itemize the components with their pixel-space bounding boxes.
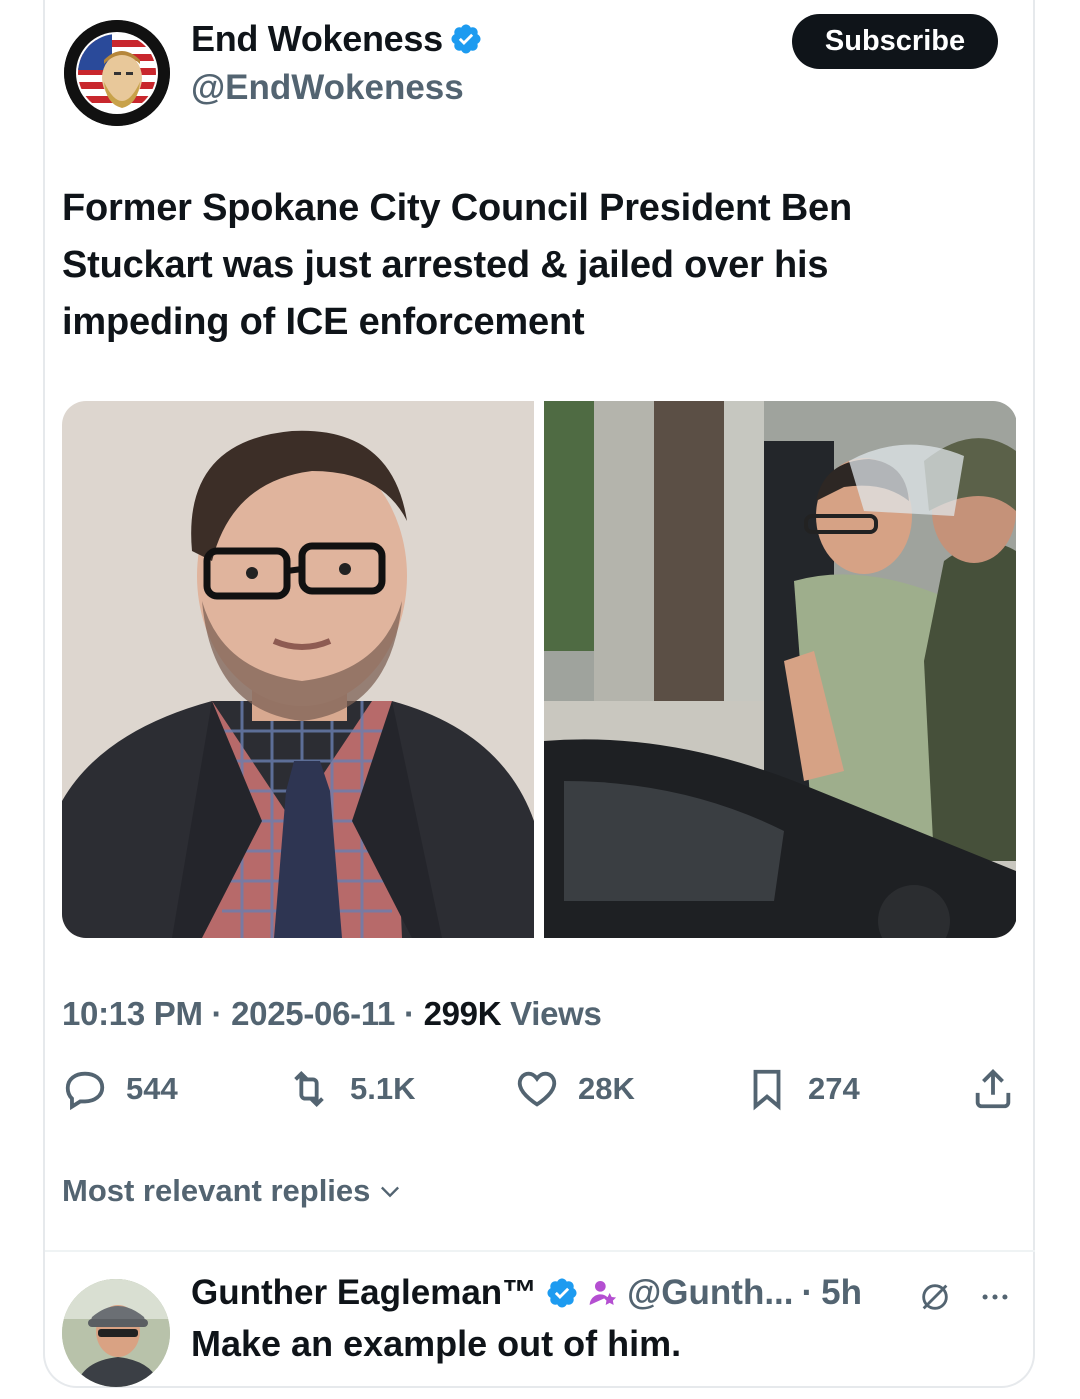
author-handle[interactable]: @EndWokeness <box>191 68 464 108</box>
meta-separator: · <box>403 995 415 1032</box>
verified-icon <box>451 24 481 54</box>
reply-display-name[interactable]: Gunther Eagleman™ <box>191 1273 537 1313</box>
divider <box>45 1250 1035 1252</box>
reply-count: 544 <box>126 1071 178 1106</box>
post-date[interactable]: 2025-06-11 <box>231 995 395 1032</box>
heart-icon <box>517 1071 557 1107</box>
like-count: 28K <box>578 1071 635 1106</box>
grok-button[interactable] <box>918 1280 952 1314</box>
author-avatar[interactable] <box>64 20 170 126</box>
views-count: 299K <box>423 995 502 1032</box>
meta-separator: · <box>211 995 223 1032</box>
post-time[interactable]: 10:13 PM <box>62 995 203 1032</box>
repost-icon <box>294 1070 324 1108</box>
reply-time[interactable]: 5h <box>821 1273 862 1313</box>
more-button[interactable] <box>978 1280 1012 1314</box>
verified-icon <box>547 1278 577 1308</box>
post-meta: 10:13 PM · 2025-06-11 · 299K Views <box>62 995 602 1033</box>
views-label: Views <box>510 995 602 1032</box>
repost-button[interactable]: 5.1K <box>286 1066 415 1112</box>
post-text: Former Spokane City Council President Be… <box>62 187 852 343</box>
reply-avatar[interactable] <box>62 1279 170 1387</box>
reply-separator: · <box>801 1273 814 1312</box>
arrest-photo-icon <box>544 401 1016 938</box>
repost-count: 5.1K <box>350 1071 416 1106</box>
man-in-suit-photo[interactable] <box>62 401 534 938</box>
grok-icon <box>922 1284 948 1310</box>
share-button[interactable] <box>970 1066 1016 1112</box>
reply-icon <box>65 1071 105 1111</box>
author-display-name[interactable]: End Wokeness <box>191 18 483 60</box>
bookmark-button[interactable]: 274 <box>744 1066 860 1112</box>
author-name-text[interactable]: End Wokeness <box>191 18 443 60</box>
support-the-former-things-badge-icon <box>64 20 170 126</box>
portrait-photo-icon <box>62 401 534 938</box>
post-media[interactable] <box>62 401 1017 938</box>
reply-handle[interactable]: @Gunth... <box>627 1273 793 1313</box>
action-bar: 544 5.1K 28K 274 <box>62 1066 1022 1126</box>
subscribe-button[interactable]: Subscribe <box>792 14 998 69</box>
like-button[interactable]: 28K <box>514 1066 635 1112</box>
reply-avatar-photo-icon <box>62 1279 170 1387</box>
reply-header: Gunther Eagleman™ @Gunth... · 5h <box>191 1273 862 1313</box>
reply-button[interactable]: 544 <box>62 1066 178 1112</box>
reply-sort-label: Most relevant replies <box>62 1173 371 1208</box>
reply-sort-dropdown[interactable]: Most relevant replies <box>62 1173 404 1209</box>
share-icon <box>975 1069 1011 1109</box>
reply-text: Make an example out of him. <box>191 1323 682 1364</box>
arrest-scene-photo[interactable] <box>544 401 1016 938</box>
chevron-down-icon <box>381 1186 400 1198</box>
affiliate-badge-icon <box>589 1281 617 1305</box>
more-icon <box>982 1294 1008 1300</box>
bookmark-count: 274 <box>808 1071 860 1106</box>
bookmark-icon <box>753 1069 781 1111</box>
